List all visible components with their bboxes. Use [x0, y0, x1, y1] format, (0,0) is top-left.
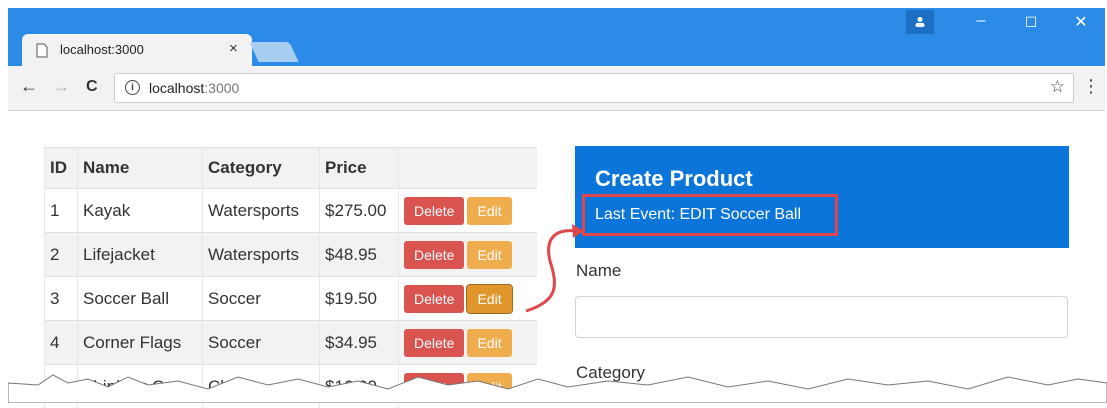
- edit-button-active[interactable]: Edit: [467, 285, 511, 313]
- column-header-price: Price: [320, 148, 399, 189]
- back-icon[interactable]: ←: [20, 76, 38, 97]
- delete-button[interactable]: Delete: [404, 329, 464, 357]
- title-bar: localhost:3000 × – ☐ ✕: [8, 8, 1105, 66]
- cell-id: 3: [45, 277, 78, 321]
- cell-category: Watersports: [203, 233, 320, 277]
- name-input[interactable]: [575, 296, 1068, 338]
- cell-category: Soccer: [203, 277, 320, 321]
- table-row: 4 Corner Flags Soccer $34.95 DeleteEdit: [45, 321, 538, 365]
- url-text: localhost:3000: [149, 80, 239, 96]
- edit-button[interactable]: Edit: [467, 197, 511, 225]
- column-header-actions: [399, 148, 538, 189]
- bookmark-star-icon[interactable]: ☆: [1050, 77, 1065, 97]
- tab-close-icon[interactable]: ×: [229, 40, 238, 57]
- cell-id: 4: [45, 321, 78, 365]
- cell-name: Lifejacket: [78, 233, 203, 277]
- table-header-row: ID Name Category Price: [45, 148, 538, 189]
- form-header: Create Product Last Event: EDIT Soccer B…: [575, 146, 1069, 248]
- table-row: 3 Soccer Ball Soccer $19.50 DeleteEdit: [45, 277, 538, 321]
- torn-edge: [8, 363, 1107, 403]
- forward-icon[interactable]: →: [52, 76, 70, 97]
- cell-price: $19.50: [320, 277, 399, 321]
- form-title: Create Product: [595, 166, 753, 192]
- page-icon: [36, 43, 48, 58]
- name-label: Name: [576, 261, 621, 281]
- edit-button[interactable]: Edit: [467, 241, 511, 269]
- cell-actions: DeleteEdit: [399, 233, 538, 277]
- column-header-id: ID: [45, 148, 78, 189]
- info-icon[interactable]: i: [125, 80, 140, 95]
- reload-icon[interactable]: C: [86, 78, 98, 96]
- menu-icon[interactable]: ⋮: [1082, 76, 1100, 97]
- minimize-icon[interactable]: –: [966, 12, 996, 30]
- browser-toolbar: ← → C i localhost:3000 ☆ ⋮: [8, 66, 1105, 111]
- cell-name: Soccer Ball: [78, 277, 203, 321]
- cell-price: $275.00: [320, 189, 399, 233]
- cell-price: $48.95: [320, 233, 399, 277]
- cell-price: $34.95: [320, 321, 399, 365]
- edit-button[interactable]: Edit: [467, 329, 511, 357]
- table-row: 1 Kayak Watersports $275.00 DeleteEdit: [45, 189, 538, 233]
- maximize-icon[interactable]: ☐: [1016, 14, 1046, 31]
- cell-actions: DeleteEdit: [399, 189, 538, 233]
- cell-actions: DeleteEdit: [399, 277, 538, 321]
- column-header-name: Name: [78, 148, 203, 189]
- cell-category: Watersports: [203, 189, 320, 233]
- delete-button[interactable]: Delete: [404, 197, 464, 225]
- cell-category: Soccer: [203, 321, 320, 365]
- browser-window: localhost:3000 × – ☐ ✕ ← → C i localhost…: [8, 8, 1105, 396]
- profile-icon[interactable]: [906, 10, 934, 34]
- delete-button[interactable]: Delete: [404, 285, 464, 313]
- delete-button[interactable]: Delete: [404, 241, 464, 269]
- cell-name: Corner Flags: [78, 321, 203, 365]
- browser-tab[interactable]: localhost:3000 ×: [22, 34, 252, 66]
- cell-actions: DeleteEdit: [399, 321, 538, 365]
- tab-title: localhost:3000: [60, 42, 144, 57]
- page-content: ID Name Category Price 1 Kayak Waterspor…: [8, 111, 1105, 396]
- address-bar[interactable]: i localhost:3000 ☆: [114, 73, 1074, 103]
- table-row: 2 Lifejacket Watersports $48.95 DeleteEd…: [45, 233, 538, 277]
- last-event-text: Last Event: EDIT Soccer Ball: [595, 206, 801, 224]
- column-header-category: Category: [203, 148, 320, 189]
- cell-id: 2: [45, 233, 78, 277]
- cell-name: Kayak: [78, 189, 203, 233]
- cell-id: 1: [45, 189, 78, 233]
- close-window-icon[interactable]: ✕: [1066, 12, 1096, 32]
- new-tab-button[interactable]: [249, 42, 298, 62]
